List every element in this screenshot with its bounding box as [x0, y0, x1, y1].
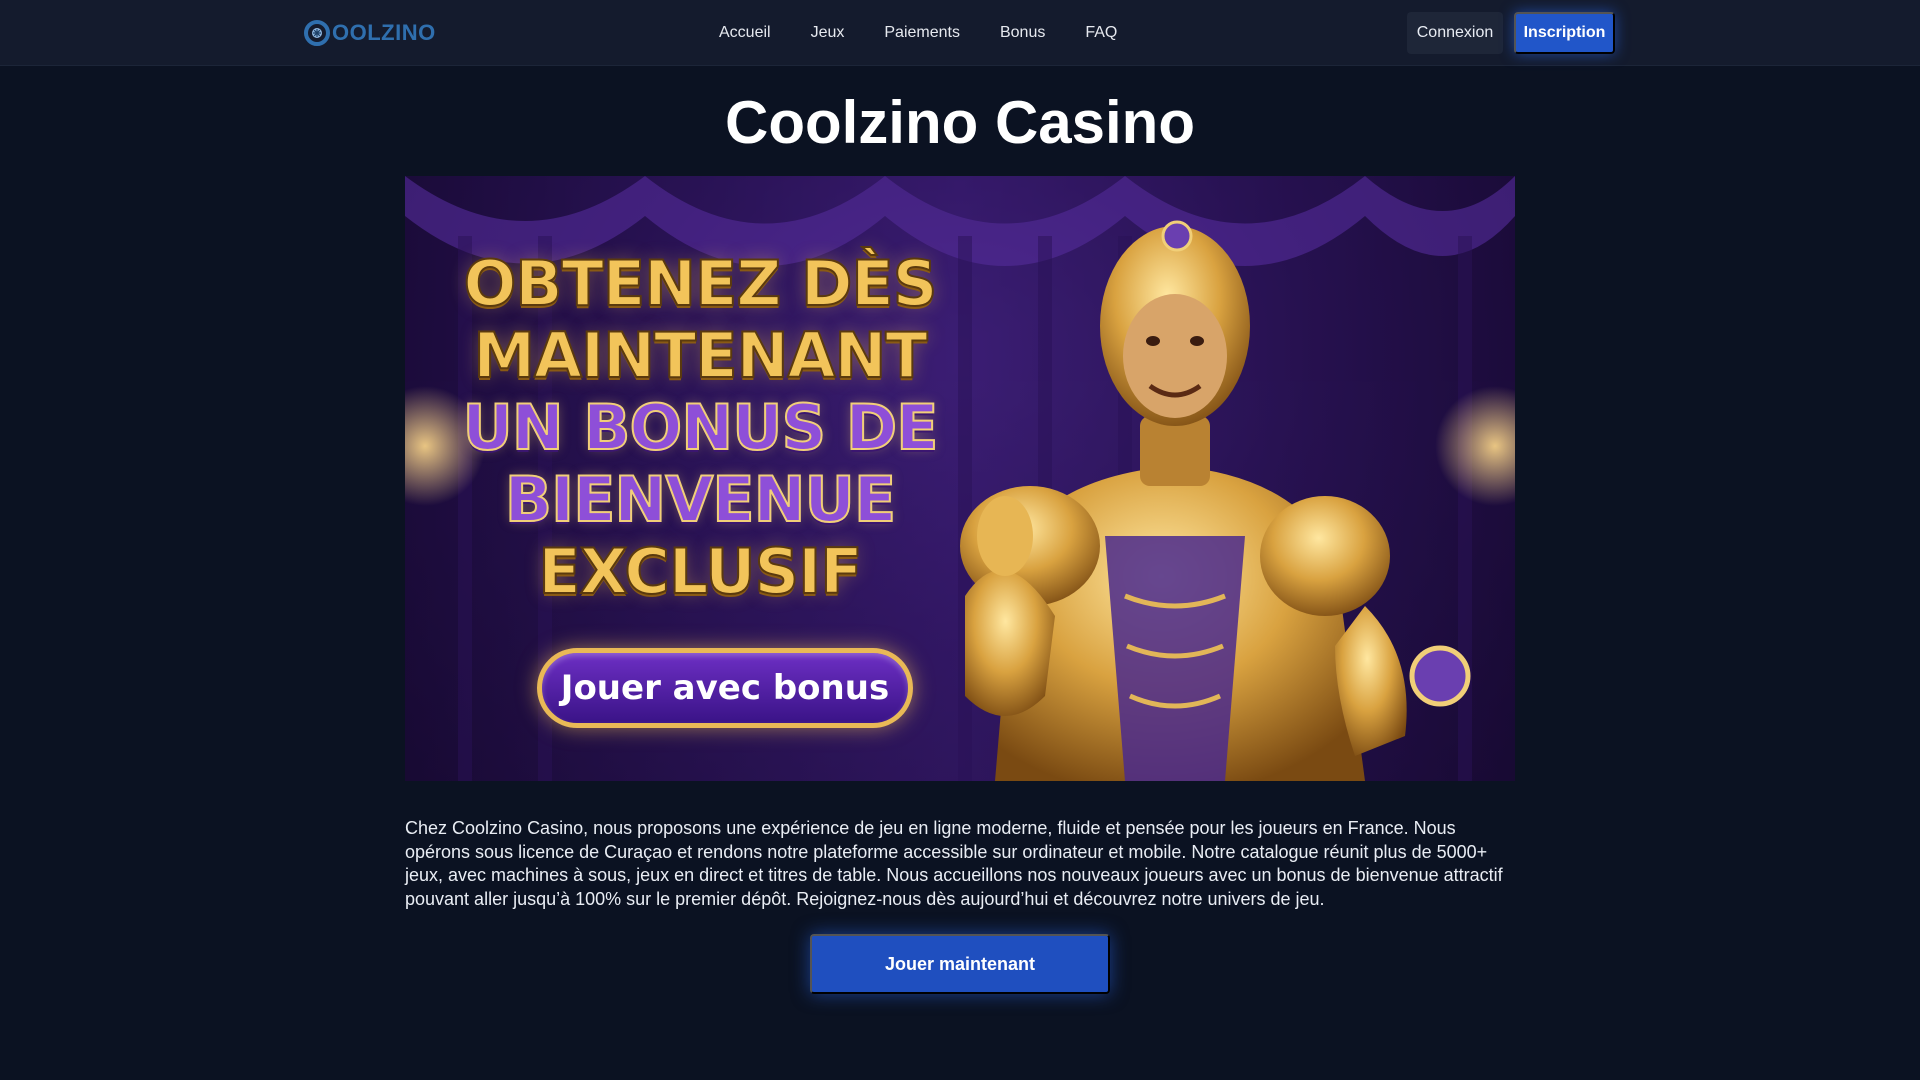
nav-item-faq[interactable]: FAQ: [1085, 22, 1117, 44]
banner-headline-4: BIENVENUE: [504, 463, 898, 537]
banner-bonus-button[interactable]: Jouer avec bonus: [537, 648, 913, 728]
nav-item-jeux[interactable]: Jeux: [811, 22, 845, 44]
banner-headline-2: MAINTENANT: [472, 319, 928, 393]
banner-headline-5: EXCLUSIF: [537, 535, 863, 609]
intro-paragraph: Chez Coolzino Casino, nous proposons une…: [405, 818, 1503, 910]
banner-headline-3: UN BONUS DE: [461, 391, 939, 465]
nav-item-accueil[interactable]: Accueil: [719, 22, 771, 44]
page-title: Coolzino Casino: [725, 89, 1195, 156]
logo-text: OOLZINO: [332, 20, 436, 45]
signup-button[interactable]: Inscription: [1514, 12, 1615, 54]
main-nav: Accueil Jeux Paiements Bonus FAQ: [719, 22, 1117, 44]
nav-item-bonus[interactable]: Bonus: [1000, 22, 1045, 44]
logo-icon: [304, 20, 330, 46]
nav-item-paiements[interactable]: Paiements: [884, 22, 960, 44]
site-logo[interactable]: OOLZINO: [304, 20, 436, 46]
play-now-button[interactable]: Jouer maintenant: [810, 934, 1110, 994]
promo-banner[interactable]: OBTENEZ DÈS MAINTENANT UN BONUS DE BIENV…: [405, 176, 1515, 781]
site-header: OOLZINO Accueil Jeux Paiements Bonus FAQ…: [0, 0, 1920, 66]
login-button[interactable]: Connexion: [1407, 12, 1503, 54]
banner-headline-1: OBTENEZ DÈS: [463, 247, 939, 321]
